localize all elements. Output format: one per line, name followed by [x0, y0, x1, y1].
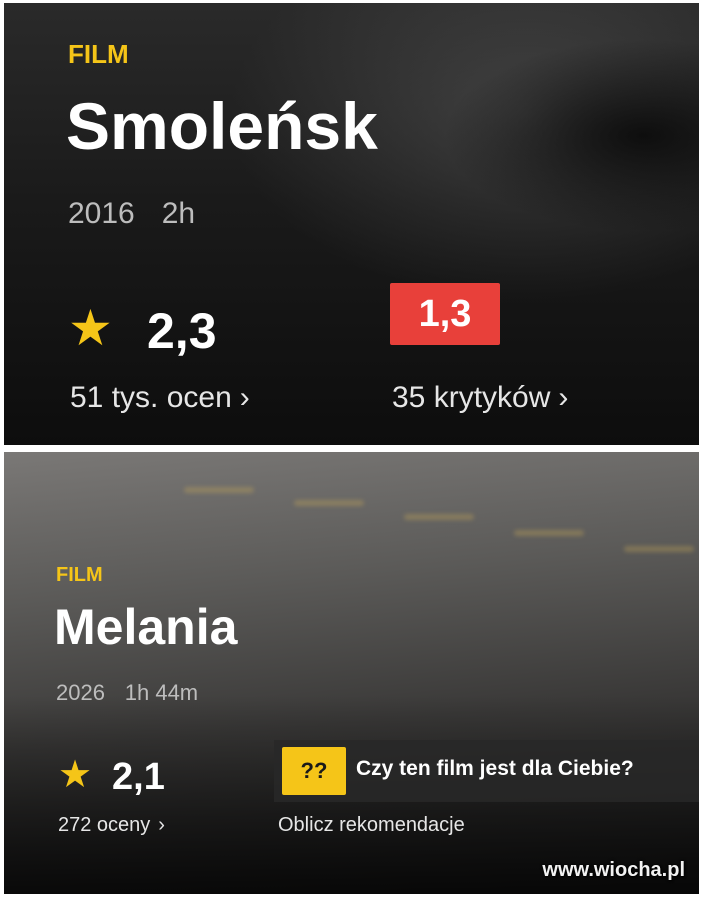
background-road-marking — [184, 487, 254, 493]
star-icon: ★ — [68, 300, 113, 356]
chevron-right-icon: › — [239, 381, 250, 414]
background-road-marking — [624, 546, 694, 552]
movie-meta: 2016 2h — [68, 197, 195, 231]
user-ratings-link[interactable]: 272 oceny › — [58, 814, 165, 837]
movie-meta: 2026 1h 44m — [56, 680, 198, 706]
user-ratings-link[interactable]: 51 tys. ocen › — [70, 381, 250, 415]
movie-card-smolensk: FILM Smoleńsk 2016 2h ★ 2,3 51 tys. ocen ›… — [4, 3, 699, 445]
content-type-label: FILM — [68, 39, 129, 69]
release-year: 2026 — [56, 680, 105, 705]
user-rating: 2,3 — [147, 303, 217, 359]
movie-title: Melania — [54, 599, 238, 655]
recommendation-badge: ?? — [282, 747, 346, 795]
movie-card-melania: FILM Melania 2026 1h 44m ★ 2,1 272 oceny ›… — [4, 452, 699, 894]
critics-count: 35 krytyków — [392, 381, 551, 414]
duration: 1h 44m — [124, 680, 199, 705]
critic-score-badge: 1,3 — [390, 283, 500, 345]
background-road-marking — [294, 500, 364, 506]
user-ratings-count: 272 oceny — [58, 814, 151, 836]
star-icon: ★ — [58, 754, 93, 796]
background-road-marking — [514, 530, 584, 536]
chevron-right-icon: › — [158, 814, 165, 836]
duration: 2h — [161, 197, 196, 230]
recommendation-question: Czy ten film jest dla Ciebie? — [356, 757, 634, 780]
recommendation-prompt[interactable]: ?? Czy ten film jest dla Ciebie? — [274, 740, 699, 802]
critics-link[interactable]: 35 krytyków › — [392, 381, 568, 415]
content-type-label: FILM — [56, 564, 103, 586]
user-rating: 2,1 — [112, 756, 165, 798]
release-year: 2016 — [68, 197, 135, 230]
movie-title: Smoleńsk — [66, 89, 378, 163]
chevron-right-icon: › — [558, 381, 569, 414]
calculate-recommendation-link[interactable]: Oblicz rekomendacje — [278, 814, 465, 837]
user-ratings-count: 51 tys. ocen — [70, 381, 232, 414]
watermark: www.wiocha.pl — [542, 859, 685, 881]
background-road-marking — [404, 514, 474, 520]
